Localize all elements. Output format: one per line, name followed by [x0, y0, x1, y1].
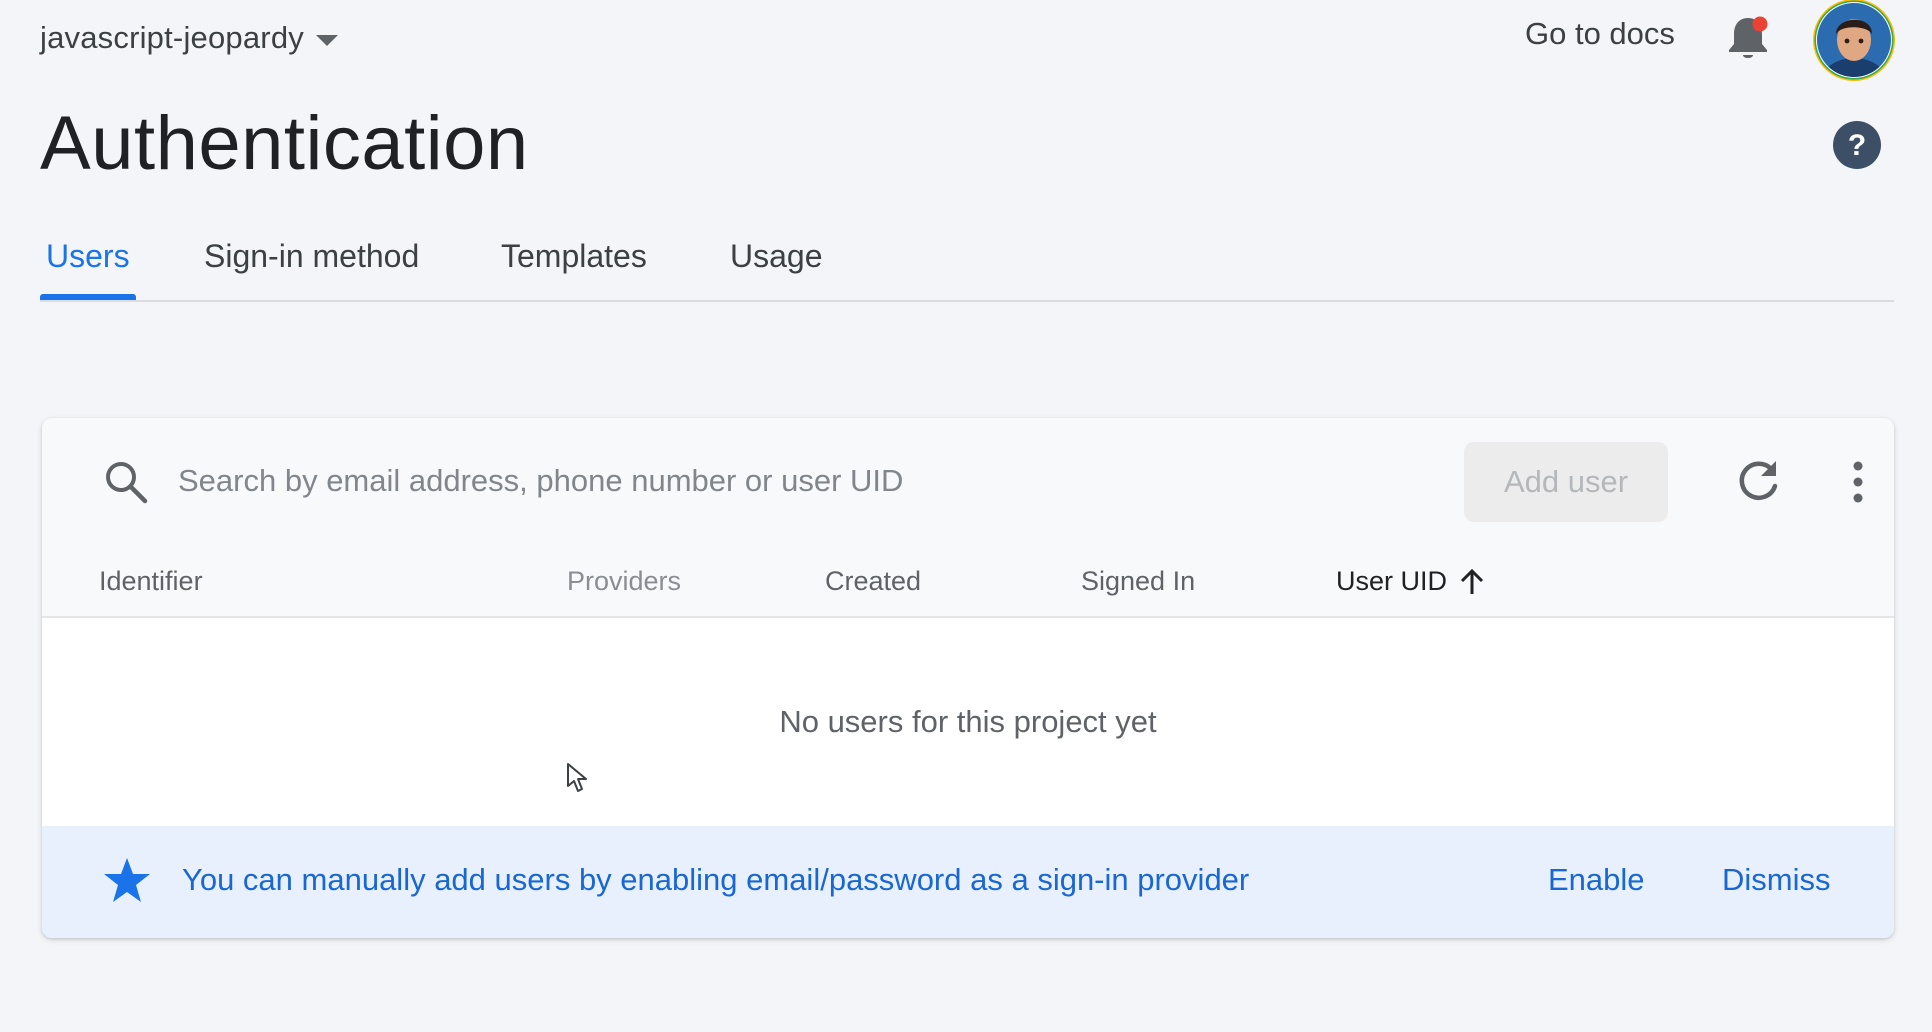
column-header-signed-in[interactable]: Signed In — [1081, 566, 1195, 597]
search-input[interactable] — [178, 448, 1468, 514]
help-button[interactable]: ? — [1832, 120, 1882, 170]
info-banner: You can manually add users by enabling e… — [42, 826, 1894, 938]
tab-users[interactable]: Users — [46, 238, 130, 275]
project-name: javascript-jeopardy — [40, 20, 304, 55]
tab-templates[interactable]: Templates — [501, 238, 647, 275]
search-icon — [106, 462, 148, 504]
tab-sign-in-method[interactable]: Sign-in method — [204, 238, 419, 275]
arrow-up-icon — [1460, 568, 1484, 594]
chevron-down-icon — [315, 34, 338, 46]
go-to-docs-link[interactable]: Go to docs — [1525, 16, 1675, 52]
add-user-button[interactable]: Add user — [1464, 442, 1668, 522]
star-icon — [104, 858, 150, 902]
refresh-icon[interactable] — [1732, 456, 1784, 508]
column-header-user-uid-label: User UID — [1336, 566, 1448, 596]
account-avatar[interactable] — [1808, 0, 1900, 82]
empty-state-message: No users for this project yet — [779, 704, 1157, 739]
column-header-user-uid[interactable]: User UID — [1336, 566, 1485, 597]
enable-button[interactable]: Enable — [1548, 862, 1645, 898]
bell-icon — [1729, 16, 1768, 58]
tab-bar: Users Sign-in method Templates Usage — [40, 226, 1894, 302]
tab-usage[interactable]: Usage — [730, 238, 823, 275]
project-selector[interactable]: javascript-jeopardy — [40, 18, 338, 58]
dismiss-button[interactable]: Dismiss — [1722, 862, 1831, 898]
more-vert-icon[interactable] — [1842, 456, 1874, 508]
column-header-created[interactable]: Created — [825, 566, 921, 597]
notifications-button[interactable] — [1723, 12, 1773, 64]
avatar-image — [1813, 0, 1895, 81]
notification-dot — [1752, 16, 1768, 32]
mouse-cursor-icon — [567, 763, 587, 792]
banner-message: You can manually add users by enabling e… — [182, 862, 1250, 897]
active-tab-indicator — [40, 294, 136, 300]
column-header-providers: Providers — [567, 566, 682, 596]
users-card: Add user Identifier Providers Created Si… — [42, 418, 1894, 938]
help-icon: ? — [1833, 121, 1881, 169]
column-header-identifier: Identifier — [99, 566, 203, 596]
page-title: Authentication — [40, 101, 529, 186]
svg-text:?: ? — [1848, 129, 1866, 162]
table-body: No users for this project yet — [42, 618, 1894, 826]
